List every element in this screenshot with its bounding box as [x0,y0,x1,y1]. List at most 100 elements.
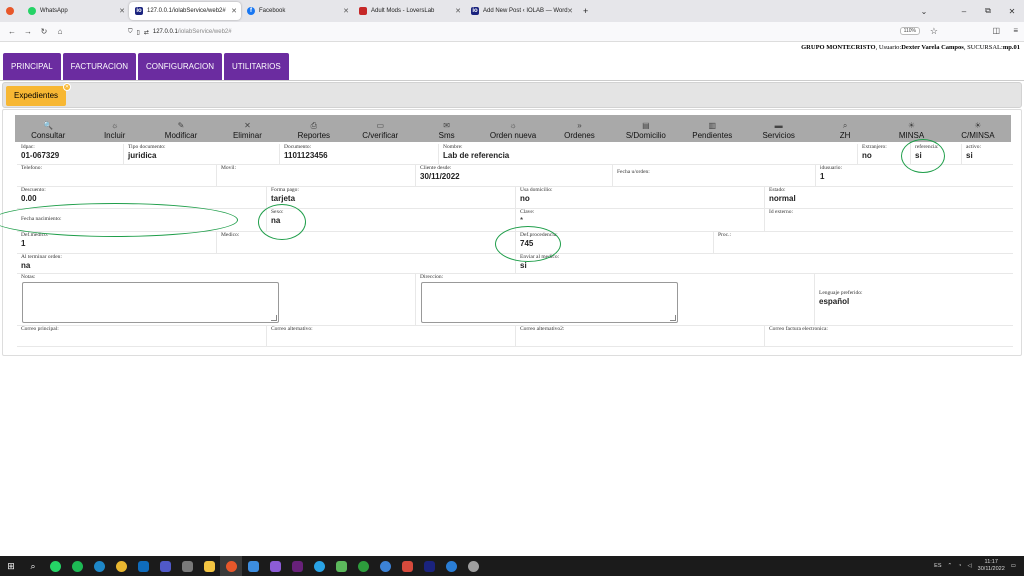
activo-field[interactable]: activo: si [961,144,1013,164]
correo-principal-field[interactable]: Correo principal: [17,326,265,346]
edge-icon[interactable] [88,556,110,576]
firefox-icon[interactable] [220,556,242,576]
windows-start-icon[interactable]: ⊞ [0,556,22,576]
bookmark-star-icon[interactable]: ☆ [930,26,938,37]
close-icon[interactable]: ✕ [455,7,461,15]
id-externo-field[interactable]: Id externo: [764,209,1013,231]
app-icon[interactable] [374,556,396,576]
app-icon[interactable] [440,556,462,576]
volume-icon[interactable]: ◁ [967,563,971,569]
close-tab-icon[interactable]: ✕ [63,83,72,91]
toolbar-button-minsa[interactable]: ☀ MINSA [878,115,944,142]
chevron-up-icon[interactable]: ⌃ [948,563,953,569]
teams-icon[interactable] [154,556,176,576]
minimize-icon[interactable]: – [952,7,976,16]
notifications-icon[interactable]: ▭ [1011,563,1016,569]
wifi-icon[interactable]: ◔ [958,563,961,569]
back-icon[interactable]: ← [4,27,20,36]
home-icon[interactable]: ⌂ [52,27,68,36]
notas-textarea[interactable] [22,282,279,323]
toolbar-button-orden-nueva[interactable]: ☼ Orden nueva [480,115,546,142]
toolbar-button-pendientes[interactable]: ▥ Pendientes [679,115,745,142]
forward-icon[interactable]: → [20,27,36,36]
zoom-indicator[interactable]: 110% [899,27,920,35]
app-icon[interactable] [308,556,330,576]
tab-expedientes[interactable]: Expedientes ✕ [6,83,72,106]
clave-field[interactable]: Clave: * [515,209,763,231]
close-window-icon[interactable]: ✕ [1000,7,1024,16]
toolbar-button-c-minsa[interactable]: ☀ C/MINSA [945,115,1011,142]
toolbar-button-ordenes[interactable]: » Ordenes [546,115,612,142]
network-icon[interactable] [176,556,198,576]
reload-icon[interactable]: ↻ [36,27,52,36]
movil-field[interactable]: Movil: [216,165,414,186]
chrome-icon[interactable] [110,556,132,576]
toolbar-button-incluir[interactable]: ☼ Incluir [81,115,147,142]
close-icon[interactable]: ✕ [343,7,349,15]
toolbar-button-eliminar[interactable]: ✕ Eliminar [214,115,280,142]
firefox-menu-button[interactable] [0,2,22,20]
forma-pago-field[interactable]: Forma pago: tarjeta [266,187,514,208]
new-tab-button[interactable]: + [577,2,593,20]
app-icon[interactable] [352,556,374,576]
close-icon[interactable]: ✕ [567,7,573,15]
toolbar-button-c-verificar[interactable]: ▭ C/verificar [347,115,413,142]
tab-loverslab[interactable]: Adult Mods - LoversLab ✕ [353,2,465,20]
page-icon[interactable]: ▯ [137,29,140,36]
correo-factura-field[interactable]: Correo factura electronica: [764,326,1013,346]
app-icon[interactable] [264,556,286,576]
close-icon[interactable]: ✕ [119,7,125,15]
toolbar-button-modificar[interactable]: ✎ Modificar [148,115,214,142]
tipo-documento-field[interactable]: Tipo documento: juridica [123,144,278,164]
menu-principal[interactable]: PRINCIPAL [3,53,61,80]
clock[interactable]: 11:17 30/11/2022 [978,559,1005,573]
menu-facturacion[interactable]: FACTURACION [62,53,136,80]
enviar-al-medico-field[interactable]: Enviar al medico: si [515,254,1013,273]
documento-field[interactable]: Documento: 1101123456 [279,144,437,164]
toolbar-button-servicios[interactable]: ▬ Servicios [745,115,811,142]
shield-icon[interactable]: ⛉ [128,29,133,36]
telefono-field[interactable]: Telefono: [17,165,215,186]
iolab-icon[interactable] [418,556,440,576]
language-indicator[interactable]: ES [934,563,941,569]
medico-field[interactable]: Medico: [216,232,514,253]
outlook-icon[interactable] [132,556,154,576]
pocket-icon[interactable]: ◫ [992,26,1000,35]
restore-icon[interactable]: ⧉ [976,6,1000,16]
app-icon[interactable] [242,556,264,576]
edit-icon: ✎ [177,121,185,130]
direccion-textarea[interactable] [421,282,678,323]
correo-alternativo2-field[interactable]: Correo alternativo2: [515,326,763,346]
list-tabs-icon[interactable]: ⌄ [912,7,936,16]
tab-facebook[interactable]: f Facebook ✕ [241,2,353,20]
toolbar-button-zh[interactable]: ⌕ ZH [812,115,878,142]
proc-field[interactable]: Proc.: [713,232,1013,253]
file-explorer-icon[interactable] [198,556,220,576]
toolbar-button-consultar[interactable]: 🔍 Consultar [15,115,81,142]
app-icon[interactable] [462,556,484,576]
menu-configuracion[interactable]: CONFIGURACION [137,53,222,80]
estado-field[interactable]: Estado: normal [764,187,1013,208]
search-icon[interactable]: ⌕ [22,556,44,576]
permissions-icon[interactable]: ⇄ [144,29,149,36]
nombre-field[interactable]: Nombre: Lab de referencia [438,144,856,164]
notepad-icon[interactable] [330,556,352,576]
usa-domicilio-field[interactable]: Usa domicilio: no [515,187,763,208]
hamburger-menu-icon[interactable]: ≡ [1013,26,1018,35]
tab-whatsapp[interactable]: WhatsApp ✕ [22,2,129,20]
toolbar-button-sms[interactable]: ✉ Sms [413,115,479,142]
visual-studio-icon[interactable] [286,556,308,576]
toolbar-button-s-domicilio[interactable]: ▤ S/Domicilio [613,115,679,142]
lenguaje-preferido-field[interactable]: Lenguaje preferido: español [814,274,1013,325]
close-icon[interactable]: ✕ [231,7,237,15]
correo-alternativo-field[interactable]: Correo alternativo: [266,326,514,346]
tab-iolab[interactable]: io 127.0.0.1/iolabService/web2# ✕ [129,2,241,20]
url-bar[interactable]: ⛉ ▯ ⇄ 127.0.0.1/iolabService/web2# [128,25,928,39]
spotify-icon[interactable] [66,556,88,576]
toolbar-button-reportes[interactable]: ⎙ Reportes [281,115,347,142]
whatsapp-icon[interactable] [44,556,66,576]
menu-utilitarios[interactable]: UTILITARIOS [223,53,289,80]
app-icon[interactable] [396,556,418,576]
al-terminar-orden-field[interactable]: Al terminar orden: na [17,254,514,273]
tab-add-new-post[interactable]: io Add New Post ‹ IOLAB — Word ✕ [465,2,577,20]
